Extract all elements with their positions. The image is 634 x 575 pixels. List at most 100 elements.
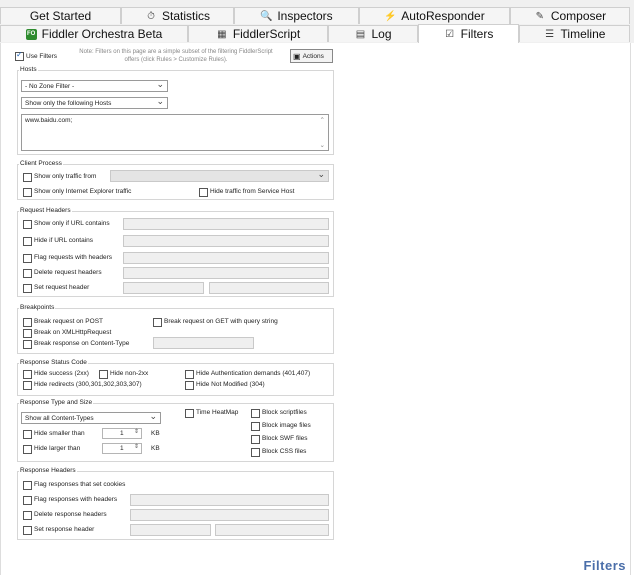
- flag-cookies-label: Flag responses that set cookies: [34, 481, 126, 488]
- delete-response-headers-label: Delete response headers: [34, 511, 107, 518]
- flag-responses-input[interactable]: [130, 494, 329, 506]
- zone-filter-select[interactable]: - No Zone Filter -: [21, 79, 168, 92]
- tab-label: Statistics: [161, 9, 210, 23]
- show-traffic-from-label: Show only traffic from: [34, 173, 97, 180]
- set-response-header-name-input[interactable]: [130, 524, 211, 536]
- hosts-list-textarea[interactable]: www.baidu.com; ⌃ ⌄: [21, 114, 329, 151]
- block-css-label: Block CSS files: [262, 448, 307, 455]
- hide-larger-value: 1: [120, 445, 124, 452]
- time-heatmap-checkbox[interactable]: [185, 409, 194, 418]
- hide-larger-stepper[interactable]: 1 ⇕: [102, 443, 142, 454]
- flag-responses-checkbox[interactable]: [23, 496, 32, 505]
- block-swf-label: Block SWF files: [262, 435, 308, 442]
- hosts-title: Hosts: [19, 66, 38, 73]
- process-select[interactable]: [110, 169, 329, 182]
- flag-cookies-checkbox[interactable]: [23, 481, 32, 490]
- tab-composer[interactable]: ✎ Composer: [510, 7, 630, 24]
- tab-statistics[interactable]: ⏱ Statistics: [121, 7, 234, 24]
- tab-label: Log: [371, 27, 392, 41]
- set-request-header-label: Set request header: [34, 284, 90, 291]
- actions-icon: ▣: [293, 51, 301, 61]
- fo-icon: FO: [25, 28, 37, 40]
- tab-log[interactable]: ▤ Log: [328, 25, 418, 42]
- scroll-down-icon[interactable]: ⌄: [320, 141, 325, 149]
- pencil-icon: ✎: [535, 10, 544, 22]
- hide-larger-unit: KB: [151, 445, 160, 452]
- breakpoints-title: Breakpoints: [19, 304, 56, 311]
- url-contains-label: Show only if URL contains: [34, 220, 110, 227]
- hide-auth-label: Hide Authentication demands (401,407): [196, 370, 311, 377]
- break-content-type-checkbox[interactable]: [23, 340, 32, 349]
- tab-label: Filters: [460, 27, 494, 41]
- set-request-header-checkbox[interactable]: [23, 284, 32, 293]
- block-script-checkbox[interactable]: [251, 409, 260, 418]
- hide-smaller-stepper[interactable]: 1 ⇕: [102, 428, 142, 439]
- tab-fiddlerscript[interactable]: ▦ FiddlerScript: [188, 25, 328, 42]
- hide-smaller-checkbox[interactable]: [23, 430, 32, 439]
- tab-label: Fiddler Orchestra Beta: [41, 27, 163, 41]
- delete-request-headers-input[interactable]: [123, 267, 329, 279]
- response-status-title: Response Status Code: [19, 359, 88, 366]
- spin-arrows-icon[interactable]: ⇕: [134, 443, 139, 450]
- client-process-title: Client Process: [19, 160, 63, 167]
- actions-button[interactable]: ▣ Actions: [290, 49, 333, 63]
- stopwatch-icon: ⏱: [147, 10, 155, 22]
- set-request-header-value-input[interactable]: [209, 282, 329, 294]
- tab-label: Inspectors: [277, 9, 333, 23]
- scroll-up-icon[interactable]: ⌃: [320, 116, 325, 124]
- hide-url-input[interactable]: [123, 235, 329, 247]
- delete-request-headers-checkbox[interactable]: [23, 269, 32, 278]
- hide-redirects-checkbox[interactable]: [23, 381, 32, 390]
- hosts-mode-select[interactable]: Show only the following Hosts: [21, 96, 168, 109]
- break-post-checkbox[interactable]: [23, 318, 32, 327]
- url-contains-input[interactable]: [123, 218, 329, 230]
- tab-get-started[interactable]: Get Started: [0, 7, 121, 24]
- break-content-type-input[interactable]: [153, 337, 254, 349]
- filters-footer-label: Filters: [583, 558, 626, 573]
- block-css-checkbox[interactable]: [251, 448, 260, 457]
- set-response-header-checkbox[interactable]: [23, 526, 32, 535]
- delete-response-headers-checkbox[interactable]: [23, 511, 32, 520]
- use-filters-label: Use Filters: [26, 53, 58, 60]
- hide-not-modified-checkbox[interactable]: [185, 381, 194, 390]
- tab-label: Get Started: [29, 9, 92, 23]
- content-type-select[interactable]: Show all Content-Types: [21, 411, 161, 424]
- ie-only-checkbox[interactable]: [23, 188, 32, 197]
- flag-responses-label: Flag responses with headers: [34, 496, 118, 503]
- block-image-label: Block image files: [262, 422, 311, 429]
- tab-fiddler-orchestra[interactable]: FO Fiddler Orchestra Beta: [0, 25, 188, 42]
- block-script-label: Block scriptfiles: [262, 409, 307, 416]
- show-traffic-from-checkbox[interactable]: [23, 173, 32, 182]
- break-get-label: Break request on GET with query string: [164, 318, 278, 325]
- tab-inspectors[interactable]: 🔍 Inspectors: [234, 7, 359, 24]
- break-get-checkbox[interactable]: [153, 318, 162, 327]
- log-icon: ▤: [355, 28, 366, 40]
- flag-requests-label: Flag requests with headers: [34, 254, 113, 261]
- break-xhr-label: Break on XMLHttpRequest: [34, 329, 112, 336]
- hide-larger-label: Hide larger than: [34, 445, 81, 452]
- block-image-checkbox[interactable]: [251, 422, 260, 431]
- filters-note: Note: Filters on this page are a simple …: [79, 49, 273, 63]
- tab-autoresponder[interactable]: ⚡ AutoResponder: [359, 7, 510, 24]
- hide-success-checkbox[interactable]: [23, 370, 32, 379]
- flag-requests-checkbox[interactable]: [23, 254, 32, 263]
- hide-non2xx-checkbox[interactable]: [99, 370, 108, 379]
- time-heatmap-label: Time HeatMap: [196, 409, 239, 416]
- tab-filters[interactable]: ☑ Filters: [418, 24, 519, 43]
- delete-response-headers-input[interactable]: [130, 509, 329, 521]
- set-response-header-value-input[interactable]: [215, 524, 329, 536]
- tab-timeline[interactable]: ☰ Timeline: [519, 25, 630, 42]
- block-swf-checkbox[interactable]: [251, 435, 260, 444]
- spin-arrows-icon[interactable]: ⇕: [134, 428, 139, 435]
- url-contains-checkbox[interactable]: [23, 220, 32, 229]
- set-request-header-name-input[interactable]: [123, 282, 204, 294]
- use-filters-checkbox[interactable]: [15, 50, 24, 61]
- hide-smaller-unit: KB: [151, 430, 160, 437]
- hide-auth-checkbox[interactable]: [185, 370, 194, 379]
- break-xhr-checkbox[interactable]: [23, 329, 32, 338]
- hide-service-host-checkbox[interactable]: [199, 188, 208, 197]
- flag-requests-input[interactable]: [123, 252, 329, 264]
- hide-url-checkbox[interactable]: [23, 237, 32, 246]
- lightning-icon: ⚡: [384, 10, 397, 22]
- hide-larger-checkbox[interactable]: [23, 445, 32, 454]
